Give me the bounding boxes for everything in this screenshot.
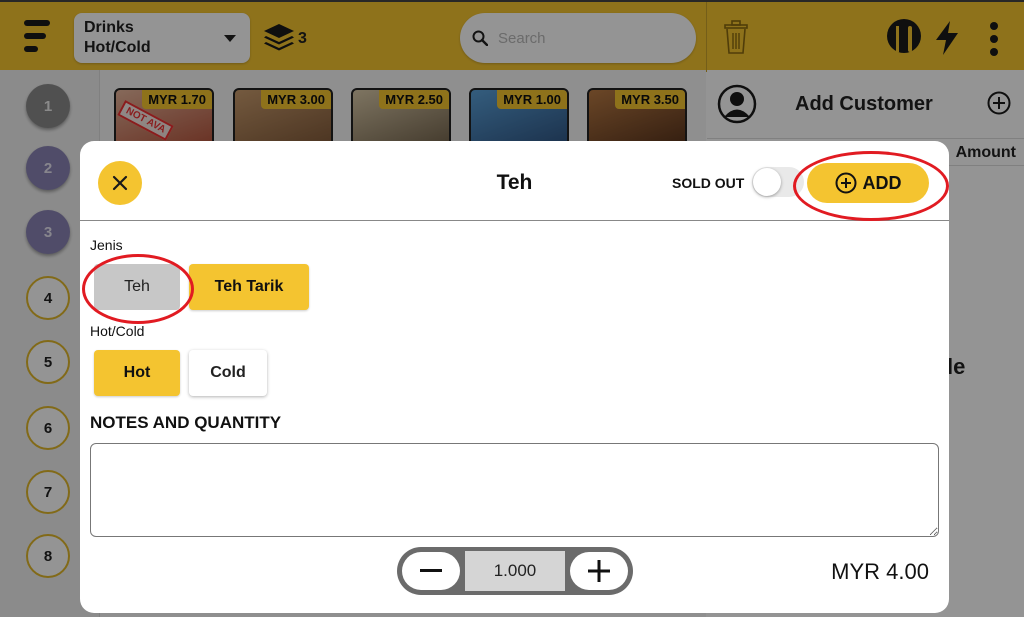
sold-out-toggle[interactable] — [752, 167, 804, 197]
minus-icon — [420, 569, 442, 572]
increment-button[interactable] — [570, 552, 628, 590]
modal-divider — [80, 220, 949, 221]
option-group-label: Jenis — [90, 237, 123, 253]
add-button-label: ADD — [862, 172, 902, 193]
add-circle-icon — [835, 172, 856, 194]
quantity-stepper: 1.000 — [397, 547, 633, 595]
option-teh[interactable]: Teh — [94, 264, 180, 310]
toggle-knob — [753, 168, 781, 196]
notes-input[interactable] — [90, 443, 939, 537]
notes-title: NOTES AND QUANTITY — [90, 413, 282, 432]
item-options-modal: Teh SOLD OUT ADD Jenis Teh Teh Tarik Hot… — [80, 141, 949, 613]
plus-icon — [588, 560, 610, 582]
sold-out-label: SOLD OUT — [672, 175, 745, 191]
quantity-value[interactable]: 1.000 — [473, 555, 557, 587]
decrement-button[interactable] — [402, 552, 460, 590]
add-button[interactable]: ADD — [807, 163, 929, 203]
option-cold[interactable]: Cold — [189, 350, 267, 396]
option-group-label: Hot/Cold — [90, 323, 145, 339]
option-teh-tarik[interactable]: Teh Tarik — [189, 264, 309, 310]
total-price: MYR 4.00 — [831, 559, 929, 584]
option-hot[interactable]: Hot — [94, 350, 180, 396]
